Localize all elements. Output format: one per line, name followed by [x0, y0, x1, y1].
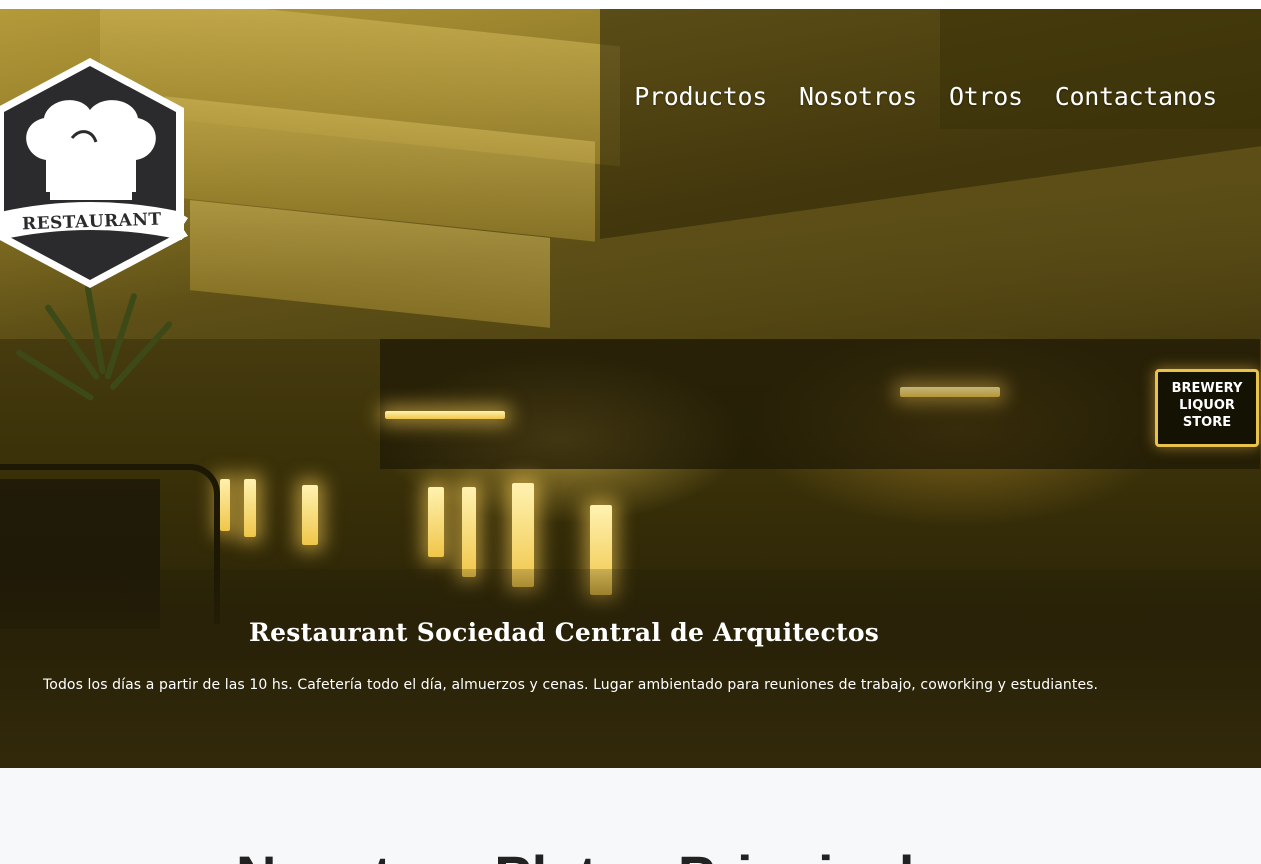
section-title: Nuestros Platos Principales [236, 848, 977, 864]
bar-light [244, 479, 256, 537]
bar-light [385, 411, 505, 419]
logo-badge [0, 58, 188, 288]
liquor-store-sign: BREWERY LIQUOR STORE [1155, 369, 1259, 447]
hero-description: Todos los días a partir de las 10 hs. Ca… [43, 677, 1099, 693]
svg-text:BREWERY: BREWERY [1172, 381, 1243, 396]
ceiling-beam [940, 9, 1261, 129]
bar-light [428, 487, 444, 557]
bar-light [462, 487, 476, 577]
hero-title: Restaurant Sociedad Central de Arquitect… [249, 618, 880, 647]
back-shelf [380, 339, 1260, 469]
nav-item-otros[interactable]: Otros [949, 82, 1023, 111]
svg-text:LIQUOR: LIQUOR [1179, 398, 1235, 413]
bar-light [220, 479, 230, 531]
bar-light [302, 485, 318, 545]
nav-item-productos[interactable]: Productos [634, 82, 767, 111]
bar-light [900, 387, 1000, 397]
nav-item-nosotros[interactable]: Nosotros [799, 82, 917, 111]
nav-item-contactanos[interactable]: Contactanos [1055, 82, 1218, 111]
liquor-sign-graphic: BREWERY LIQUOR STORE [1172, 381, 1243, 430]
svg-text:STORE: STORE [1183, 415, 1231, 430]
top-strip [0, 0, 1261, 9]
main-nav: Productos Nosotros Otros Contactanos [634, 82, 1217, 111]
hero-counter-overlay [0, 569, 1261, 768]
restaurant-logo[interactable]: RESTAURANT [0, 52, 192, 294]
